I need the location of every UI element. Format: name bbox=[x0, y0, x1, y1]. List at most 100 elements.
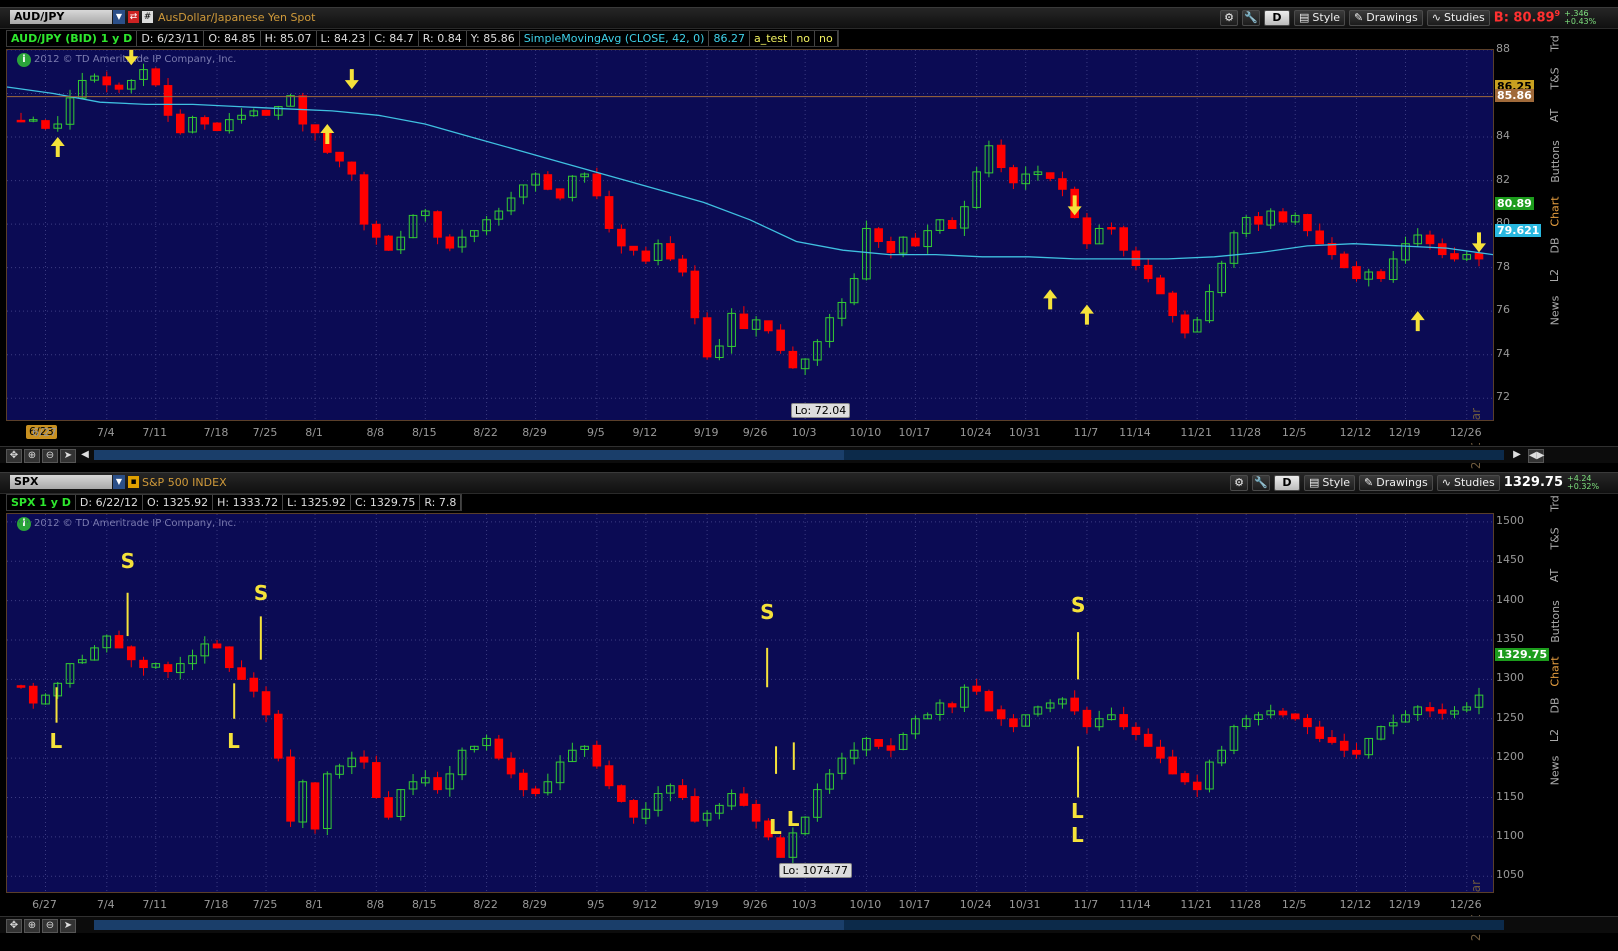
candle-down[interactable] bbox=[114, 635, 124, 649]
candle-down[interactable] bbox=[261, 691, 271, 716]
candle-down[interactable] bbox=[1119, 714, 1128, 728]
side-tab-ts[interactable]: T&S bbox=[1544, 56, 1566, 100]
candle-down[interactable] bbox=[102, 76, 112, 86]
side-tab-db[interactable]: DB bbox=[1544, 690, 1566, 720]
candle-down[interactable] bbox=[1192, 781, 1202, 791]
candle-down[interactable] bbox=[372, 762, 381, 798]
candle-down[interactable] bbox=[1131, 726, 1141, 736]
candle-down[interactable] bbox=[984, 691, 994, 712]
expand-icon[interactable]: ◀▶ bbox=[1528, 449, 1544, 463]
candle-down[interactable] bbox=[555, 188, 565, 199]
link-icon[interactable]: ▪ bbox=[128, 476, 139, 488]
candle-down[interactable] bbox=[617, 785, 626, 802]
wrench-icon[interactable]: 🔧 bbox=[1252, 474, 1270, 491]
top-study-label[interactable]: SimpleMovingAvg (CLOSE, 42, 0) bbox=[520, 31, 710, 46]
candle-down[interactable] bbox=[996, 144, 1006, 169]
candle-down[interactable] bbox=[433, 777, 442, 791]
bottom-scroll-track[interactable] bbox=[94, 920, 1504, 930]
side-tab-chart[interactable]: Chart bbox=[1544, 652, 1566, 690]
bottom-symbol-input[interactable]: SPX bbox=[10, 475, 112, 489]
candle-down[interactable] bbox=[1474, 252, 1484, 260]
candle-down[interactable] bbox=[690, 270, 700, 319]
candle-down[interactable] bbox=[114, 84, 124, 90]
candle-down[interactable] bbox=[947, 220, 957, 229]
top-drawings-button[interactable]: ✎ Drawings bbox=[1349, 9, 1423, 26]
candle-down[interactable] bbox=[972, 685, 981, 692]
bottom-scroll-thumb[interactable] bbox=[94, 920, 844, 930]
candle-down[interactable] bbox=[175, 113, 185, 134]
bottom-price-axis[interactable]: 1050 1100 1150 1200 1250 1300 1350 1400 1450 1500… bbox=[1494, 513, 1550, 893]
chevron-down-icon[interactable]: ▼ bbox=[113, 10, 125, 24]
candle-down[interactable] bbox=[751, 803, 761, 822]
candle-down[interactable] bbox=[1119, 227, 1128, 251]
hash-icon[interactable]: # bbox=[142, 11, 153, 23]
zoom-out-icon[interactable]: ⊖ bbox=[42, 919, 58, 933]
pointer-icon[interactable]: ➤ bbox=[60, 919, 76, 933]
candle-down[interactable] bbox=[286, 756, 295, 822]
candle-down[interactable] bbox=[163, 85, 173, 116]
candle-down[interactable] bbox=[947, 703, 957, 708]
candle-down[interactable] bbox=[678, 785, 687, 798]
top-style-button[interactable]: ▤ Style bbox=[1294, 9, 1346, 26]
top-scroll-track[interactable] bbox=[94, 450, 1504, 460]
side-tab-l2[interactable]: L2 bbox=[1544, 720, 1566, 750]
side-tab-l2[interactable]: L2 bbox=[1544, 260, 1566, 290]
candle-down[interactable] bbox=[886, 745, 896, 751]
candle-down[interactable] bbox=[139, 659, 148, 669]
candle-down[interactable] bbox=[506, 757, 516, 775]
arrow-right-icon[interactable]: ▶ bbox=[1510, 449, 1524, 461]
candle-down[interactable] bbox=[1045, 172, 1055, 179]
candle-down[interactable] bbox=[126, 646, 136, 661]
candle-down[interactable] bbox=[359, 756, 369, 763]
candle-down[interactable] bbox=[1082, 709, 1092, 728]
candle-down[interactable] bbox=[1339, 253, 1349, 269]
candle-down[interactable] bbox=[372, 223, 381, 238]
side-tab-at[interactable]: AT bbox=[1544, 100, 1566, 130]
candle-down[interactable] bbox=[1376, 271, 1386, 280]
candle-down[interactable] bbox=[16, 685, 26, 688]
candle-down[interactable] bbox=[1082, 217, 1092, 245]
candle-down[interactable] bbox=[874, 228, 883, 243]
side-tab-ts[interactable]: T&S bbox=[1544, 516, 1566, 560]
candle-down[interactable] bbox=[1180, 773, 1190, 783]
candle-down[interactable] bbox=[494, 738, 504, 759]
zoom-in-icon[interactable]: ⊕ bbox=[24, 919, 40, 933]
candle-down[interactable] bbox=[776, 329, 785, 351]
candle-down[interactable] bbox=[629, 245, 638, 251]
candle-down[interactable] bbox=[788, 350, 798, 369]
candle-down[interactable] bbox=[678, 258, 687, 273]
candle-down[interactable] bbox=[200, 117, 210, 125]
candle-down[interactable] bbox=[886, 241, 896, 253]
candle-down[interactable] bbox=[1058, 178, 1067, 190]
candle-down[interactable] bbox=[1303, 717, 1312, 728]
candle-down[interactable] bbox=[592, 744, 602, 767]
candle-down[interactable] bbox=[617, 228, 626, 247]
candle-down[interactable] bbox=[1315, 230, 1325, 245]
candle-down[interactable] bbox=[641, 250, 651, 262]
candle-down[interactable] bbox=[445, 236, 455, 249]
candle-down[interactable] bbox=[335, 151, 344, 162]
side-tab-db[interactable]: DB bbox=[1544, 230, 1566, 260]
candle-down[interactable] bbox=[41, 120, 50, 129]
candle-down[interactable] bbox=[212, 643, 222, 649]
candle-down[interactable] bbox=[310, 782, 320, 830]
candle-down[interactable] bbox=[1352, 266, 1361, 280]
candle-down[interactable] bbox=[1437, 243, 1447, 256]
side-tab-buttons[interactable]: Buttons bbox=[1544, 130, 1566, 192]
top-scroll-thumb[interactable] bbox=[94, 450, 844, 460]
candle-down[interactable] bbox=[224, 646, 234, 669]
candle-down[interactable] bbox=[359, 174, 369, 225]
candle-down[interactable] bbox=[151, 68, 161, 86]
candle-down[interactable] bbox=[16, 119, 26, 123]
bottom-drawings-button[interactable]: ✎ Drawings bbox=[1359, 474, 1433, 491]
candle-down[interactable] bbox=[604, 196, 614, 229]
candle-down[interactable] bbox=[261, 109, 271, 116]
gear-icon[interactable]: ⚙ bbox=[1230, 474, 1248, 491]
wrench-icon[interactable]: 🔧 bbox=[1242, 9, 1260, 26]
gear-icon[interactable]: ⚙ bbox=[1220, 9, 1238, 26]
candle-down[interactable] bbox=[1143, 264, 1153, 280]
candle-down[interactable] bbox=[1315, 726, 1325, 739]
candle-down[interactable] bbox=[1278, 710, 1288, 716]
top-price-axis[interactable]: 72747678808284868886.2585.8680.8979.621 bbox=[1494, 42, 1542, 421]
bottom-scrollbar[interactable]: ✥ ⊕ ⊖ ➤ bbox=[0, 916, 1618, 933]
